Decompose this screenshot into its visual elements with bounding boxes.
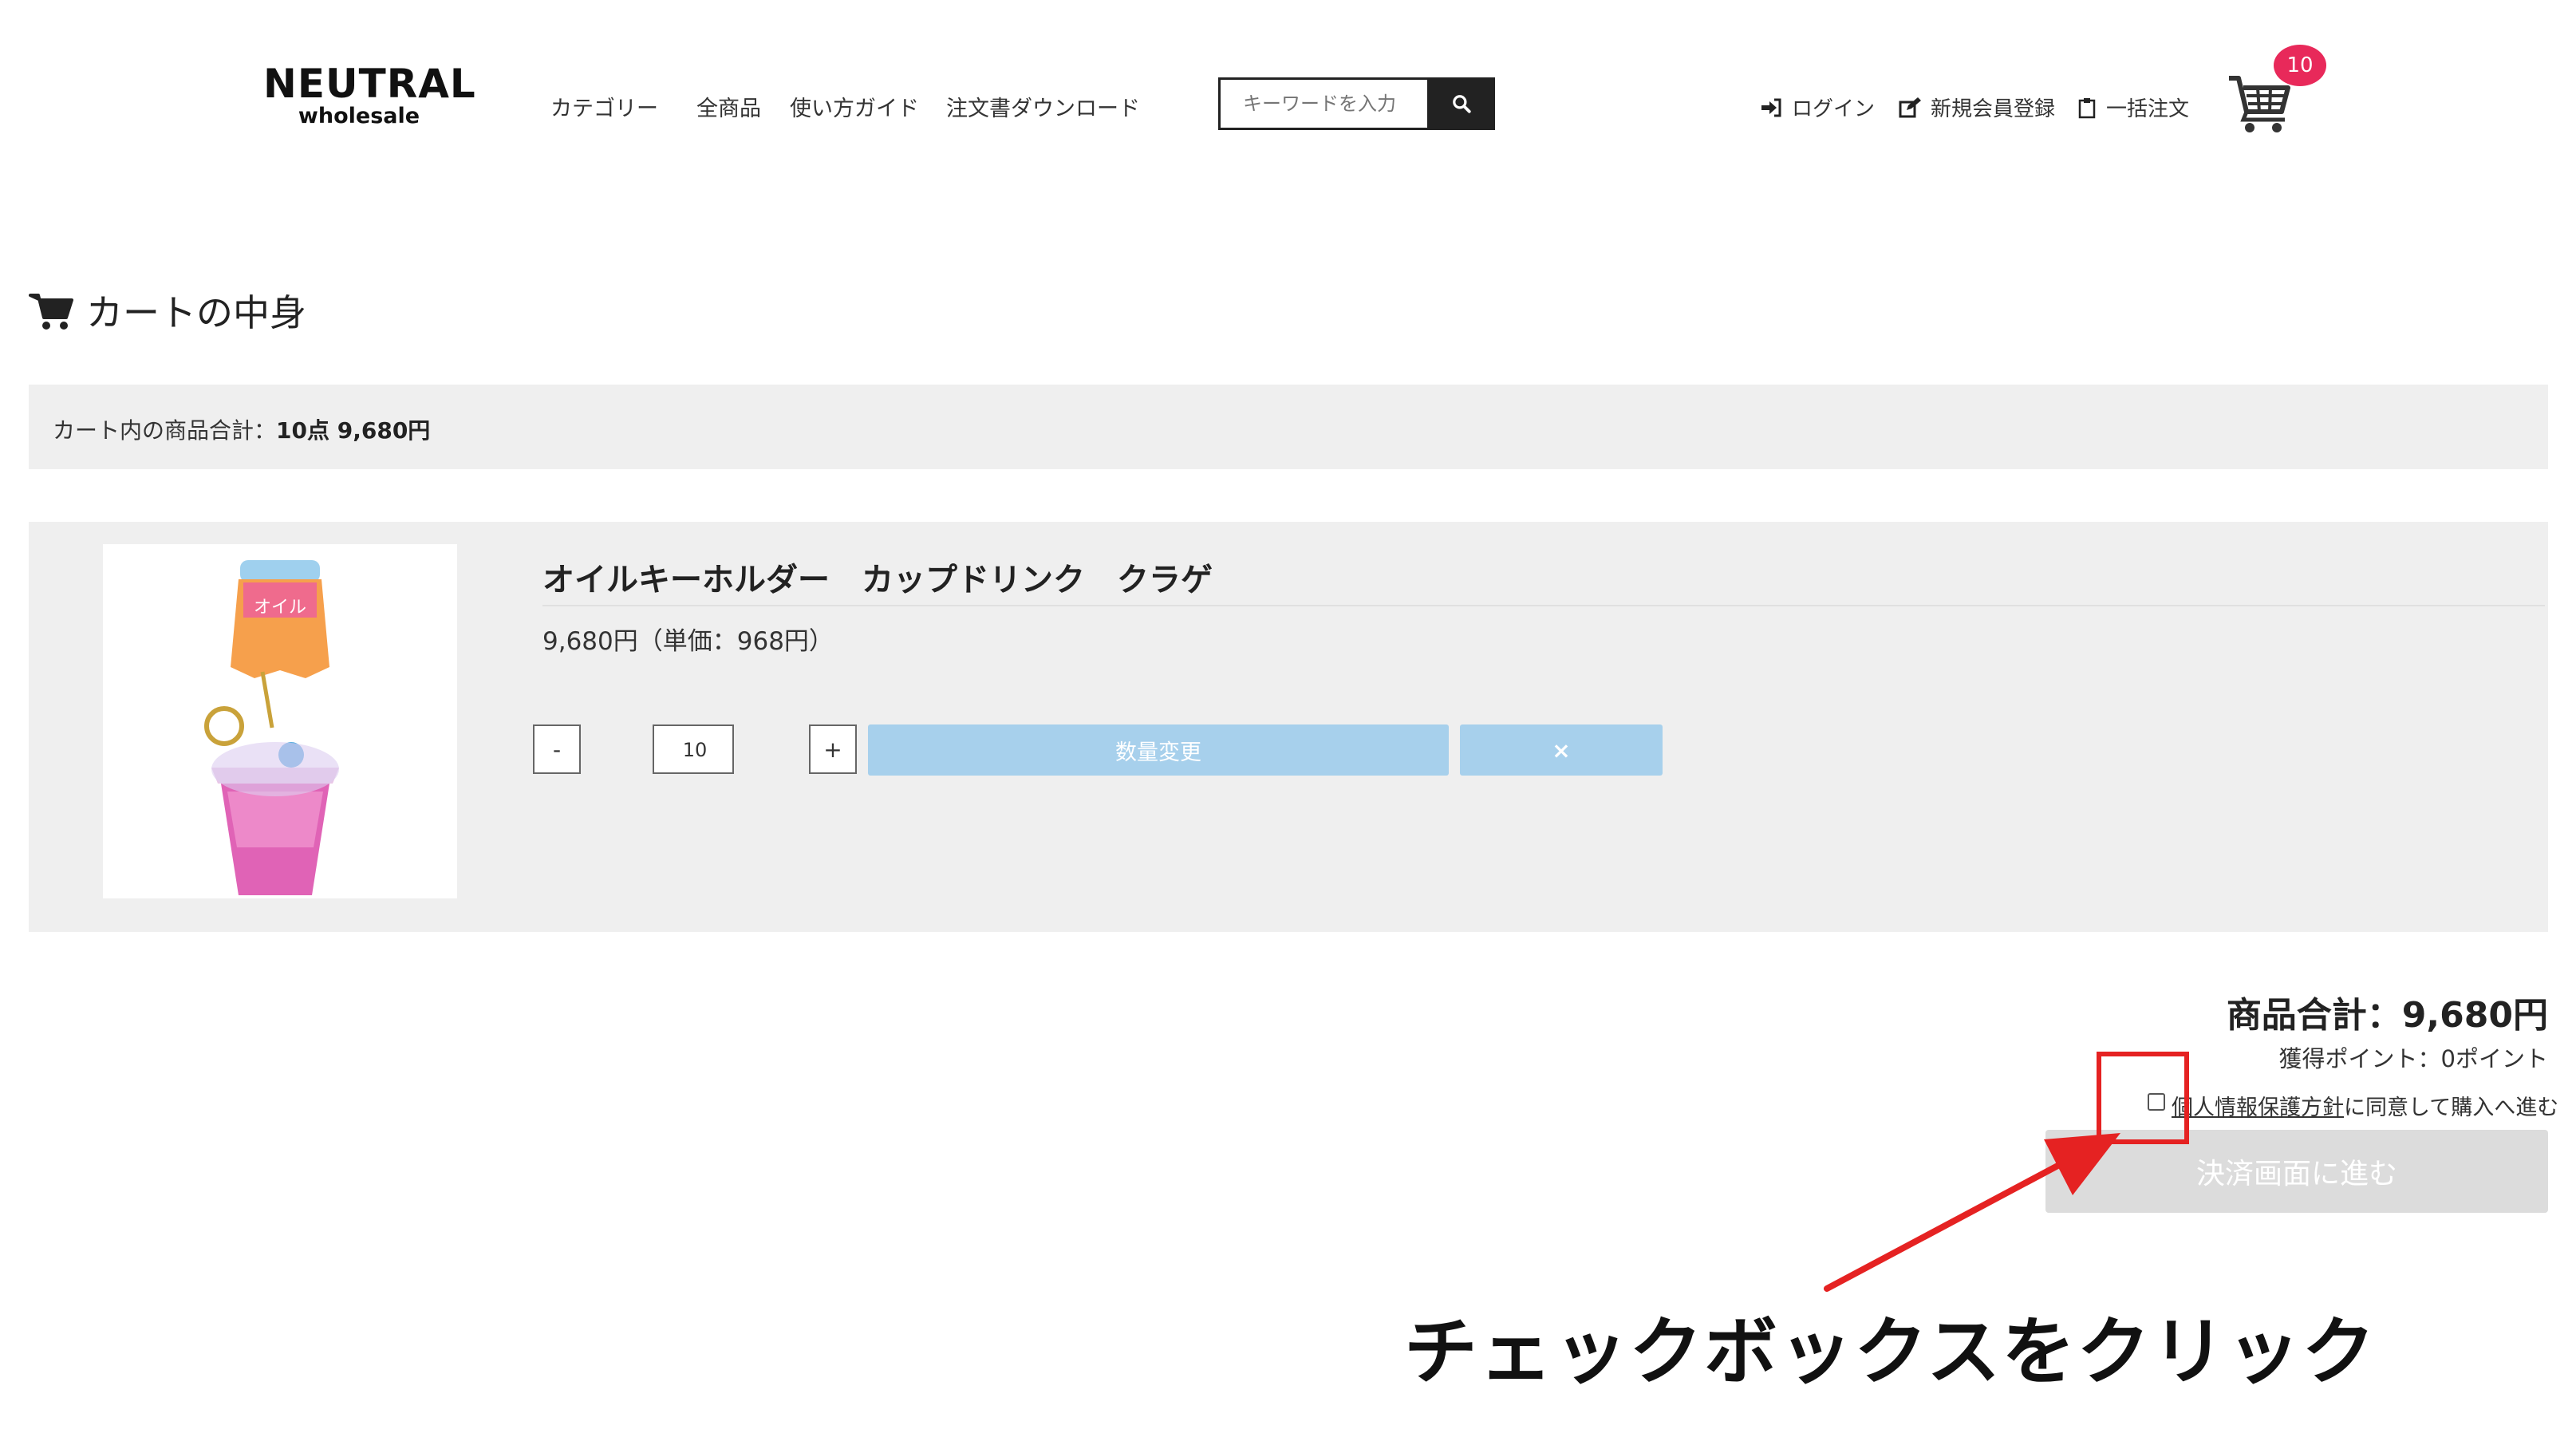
cart-summary-text: カート内の商品合計：10点 9,680円 — [53, 413, 430, 445]
register-link[interactable]: 新規会員登録 — [1899, 93, 2055, 122]
privacy-agree-suffix: に同意して購入へ進む — [2344, 1096, 2559, 1120]
quantity-increase-button[interactable]: + — [809, 724, 857, 774]
earned-points: 獲得ポイント：0ポイント — [2278, 1045, 2548, 1072]
nav-categories[interactable]: カテゴリー — [550, 91, 658, 122]
edit-icon — [1899, 97, 1921, 117]
login-label: ログイン — [1792, 97, 1876, 121]
annotation-callout: チェックボックスをクリック — [1404, 1309, 2377, 1395]
cart-summary-label: カート内の商品合計： — [53, 417, 277, 444]
search-button[interactable] — [1427, 77, 1495, 130]
update-quantity-button[interactable]: 数量変更 — [868, 724, 1449, 776]
product-price: 9,680円（単価：968円） — [542, 627, 834, 656]
cart-count-badge: 10 — [2274, 45, 2326, 86]
order-total: 商品合計：9,680円 — [2226, 995, 2548, 1036]
quantity-field — [653, 724, 736, 774]
product-name[interactable]: オイルキーホルダー カップドリンク クラゲ — [542, 554, 1213, 600]
product-divider — [542, 605, 2545, 606]
logo-sub-text: wholesale — [298, 104, 420, 128]
quantity-input[interactable] — [654, 726, 736, 774]
privacy-policy-link[interactable]: 個人情報保護方針 — [2172, 1096, 2344, 1120]
page-title: カートの中身 — [86, 291, 306, 334]
nav-all-products[interactable]: 全商品 — [696, 91, 761, 122]
sign-in-icon — [1761, 98, 1781, 116]
search-input[interactable] — [1221, 80, 1427, 128]
nav-order-form-download[interactable]: 注文書ダウンロード — [946, 91, 1140, 122]
search-icon — [1452, 95, 1471, 113]
register-label: 新規会員登録 — [1931, 97, 2056, 121]
page-title-row: カートの中身 — [29, 284, 306, 337]
cart-summary-value: 10点 9,680円 — [276, 417, 431, 444]
search-box — [1218, 77, 1427, 130]
site-logo[interactable]: NEUTRAL wholesale — [263, 61, 476, 128]
bulk-order-label: 一括注文 — [2106, 97, 2190, 121]
login-link[interactable]: ログイン — [1760, 93, 1875, 122]
remove-item-button[interactable]: × — [1460, 724, 1663, 776]
clipboard-icon — [2078, 97, 2096, 118]
shopping-cart-icon — [29, 294, 73, 330]
svg-text:オイル: オイル — [254, 598, 306, 618]
quantity-decrease-button[interactable]: - — [533, 724, 581, 774]
privacy-agree-label: 個人情報保護方針に同意して購入へ進む — [2172, 1090, 2558, 1121]
bulk-order-link[interactable]: 一括注文 — [2077, 93, 2189, 122]
annotation-arrow-icon — [1824, 1133, 2120, 1292]
product-image[interactable]: オイル — [103, 544, 457, 898]
logo-main-text: NEUTRAL — [263, 61, 476, 107]
nav-usage-guide[interactable]: 使い方ガイド — [790, 91, 919, 122]
